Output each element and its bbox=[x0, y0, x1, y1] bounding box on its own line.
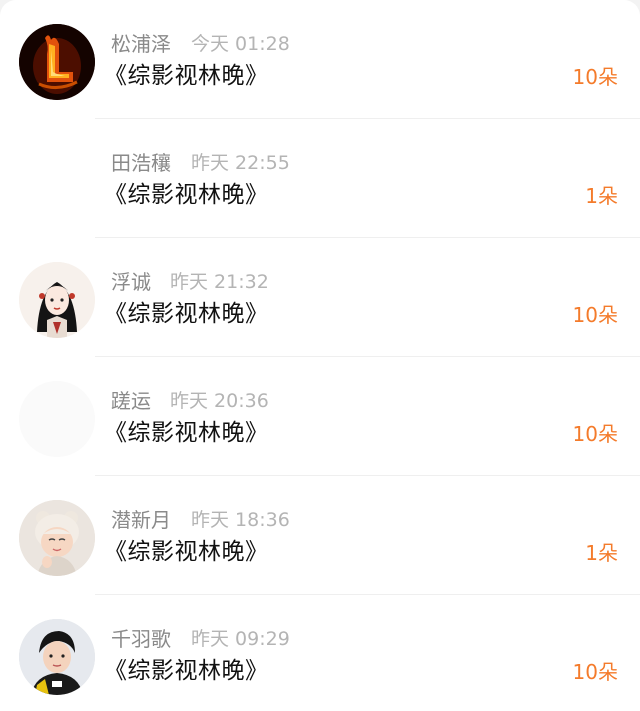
user-name[interactable]: 浮诚 bbox=[111, 270, 151, 294]
flower-count: 10朵 bbox=[572, 65, 618, 89]
gift-record-list: 松浦泽 今天 01:28 《综影视林晚》 10朵 田浩穰 昨天 22:55 《综… bbox=[0, 0, 640, 711]
avatar[interactable] bbox=[19, 143, 95, 219]
child-bear-hat-avatar-icon bbox=[19, 500, 95, 576]
user-name[interactable]: 蹉运 bbox=[111, 389, 151, 413]
fire-letter-l-avatar-icon bbox=[19, 24, 95, 100]
list-item[interactable]: 潜新月 昨天 18:36 《综影视林晚》 1朵 bbox=[0, 476, 640, 595]
anime-girl-avatar-icon bbox=[19, 262, 95, 338]
book-title[interactable]: 《综影视林晚》 bbox=[104, 62, 269, 90]
list-item[interactable]: 浮诚 昨天 21:32 《综影视林晚》 10朵 bbox=[0, 238, 640, 357]
flower-count: 10朵 bbox=[572, 303, 618, 327]
flower-count: 10朵 bbox=[572, 422, 618, 446]
list-item[interactable]: 蹉运 昨天 20:36 《综影视林晚》 10朵 bbox=[0, 357, 640, 476]
user-name[interactable]: 千羽歌 bbox=[111, 627, 171, 651]
flower-count: 1朵 bbox=[585, 184, 618, 208]
list-item[interactable]: 田浩穰 昨天 22:55 《综影视林晚》 1朵 bbox=[0, 119, 640, 238]
list-item[interactable]: 松浦泽 今天 01:28 《综影视林晚》 10朵 bbox=[0, 0, 640, 119]
user-name[interactable]: 田浩穰 bbox=[111, 151, 171, 175]
timestamp: 今天 01:28 bbox=[191, 33, 290, 55]
book-title[interactable]: 《综影视林晚》 bbox=[104, 657, 269, 685]
flower-count: 1朵 bbox=[585, 541, 618, 565]
avatar[interactable] bbox=[19, 262, 95, 338]
avatar[interactable] bbox=[19, 619, 95, 695]
user-name[interactable]: 潜新月 bbox=[111, 508, 171, 532]
book-title[interactable]: 《综影视林晚》 bbox=[104, 538, 269, 566]
blank-avatar-icon bbox=[19, 381, 95, 457]
flower-count: 10朵 bbox=[572, 660, 618, 684]
blank-avatar-icon bbox=[19, 143, 95, 219]
timestamp: 昨天 22:55 bbox=[191, 152, 290, 174]
avatar[interactable] bbox=[19, 500, 95, 576]
book-title[interactable]: 《综影视林晚》 bbox=[104, 300, 269, 328]
timestamp: 昨天 09:29 bbox=[191, 628, 290, 650]
avatar[interactable] bbox=[19, 381, 95, 457]
boy-portrait-avatar-icon bbox=[19, 619, 95, 695]
user-name[interactable]: 松浦泽 bbox=[111, 32, 171, 56]
list-item[interactable]: 千羽歌 昨天 09:29 《综影视林晚》 10朵 bbox=[0, 595, 640, 711]
timestamp: 昨天 20:36 bbox=[170, 390, 269, 412]
timestamp: 昨天 18:36 bbox=[191, 509, 290, 531]
timestamp: 昨天 21:32 bbox=[170, 271, 269, 293]
book-title[interactable]: 《综影视林晚》 bbox=[104, 419, 269, 447]
book-title[interactable]: 《综影视林晚》 bbox=[104, 181, 269, 209]
avatar[interactable] bbox=[19, 24, 95, 100]
